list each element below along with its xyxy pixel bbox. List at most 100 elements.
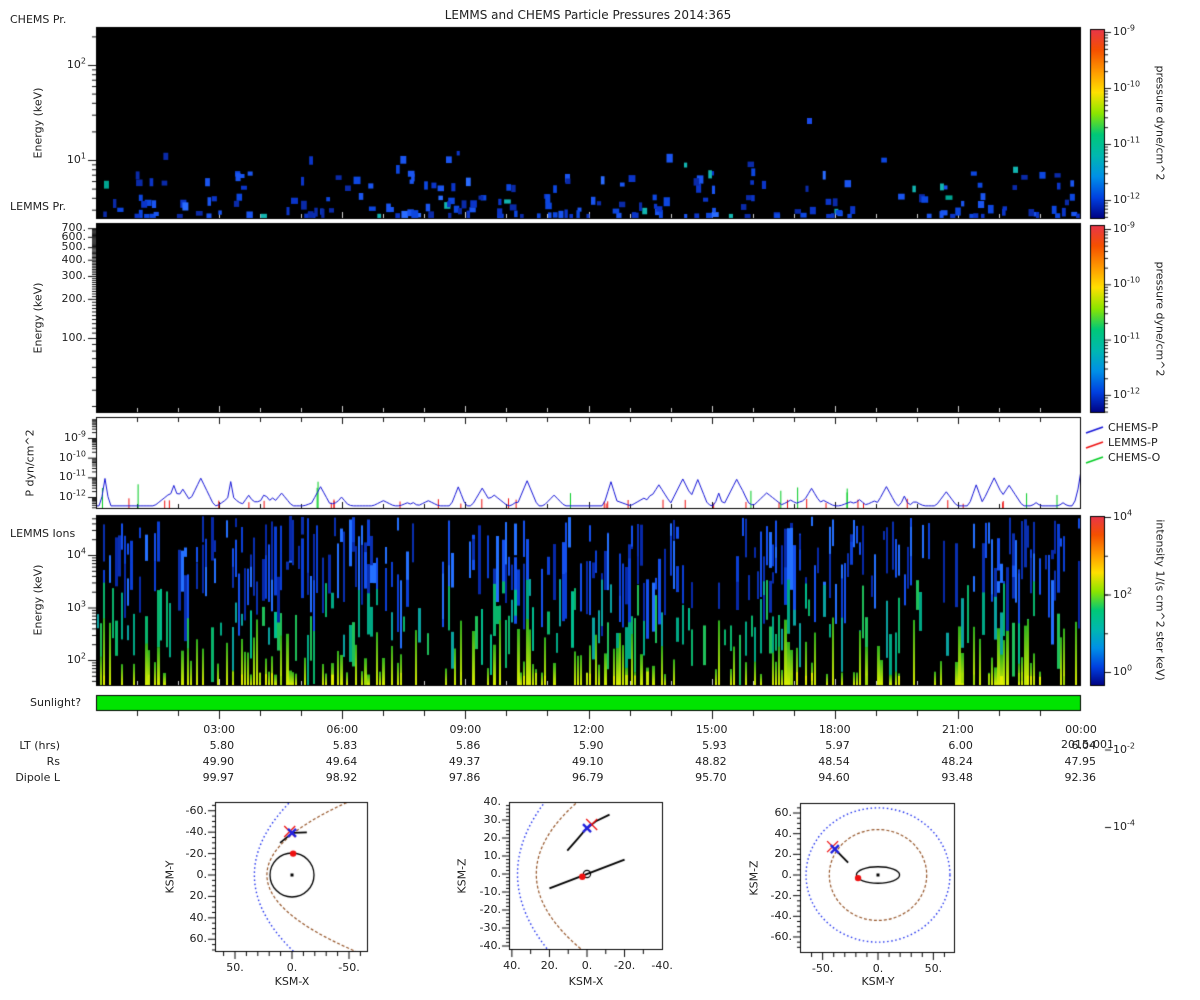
colorbar3-tick-label: 100 bbox=[1113, 663, 1133, 678]
orbit_yz-xtick-label: 50. bbox=[924, 962, 943, 975]
ephemeris-value-dipole-l: 97.86 bbox=[448, 771, 481, 784]
orbit_xy-ytick-label: 20. bbox=[189, 889, 208, 903]
ephemeris-value-rs: 48.24 bbox=[941, 755, 973, 768]
p4-ytick-label: 104 bbox=[66, 546, 86, 561]
orbit_yz-xtick-label: 0. bbox=[872, 962, 884, 975]
orbit_xy-ytick-label: -20. bbox=[185, 846, 207, 860]
p2-ytick-label: 200. bbox=[61, 291, 87, 305]
orbit_xz-ytick-label: 20. bbox=[483, 831, 502, 844]
p2-ytick-label: 500. bbox=[61, 240, 87, 254]
time-tick-label: 03:00 bbox=[203, 723, 235, 736]
orbit_xy-ytick-label: 40. bbox=[189, 910, 208, 924]
ephemeris-value-lt-hrs-: 5.97 bbox=[825, 739, 850, 752]
ephemeris-value-rs: 48.82 bbox=[695, 755, 727, 768]
colorbar-label-intensity: intensity 1/(s cm^2 ster keV) bbox=[1153, 519, 1167, 681]
orbit_xz-ytick-label: 10. bbox=[483, 849, 502, 862]
panel-label-chems-pr: CHEMS Pr. bbox=[10, 13, 67, 26]
orbit_yz-ytick-label: 40. bbox=[774, 826, 793, 840]
orbit_xz-ytick-label: -30. bbox=[479, 921, 501, 934]
ephemeris-value-lt-hrs-: 6.00 bbox=[948, 739, 973, 752]
orbit_xy-xtick-label: 0. bbox=[286, 961, 298, 974]
colorbar2-tick-label: 10-11 bbox=[1113, 330, 1141, 346]
orbit1-xlabel: KSM-X bbox=[274, 975, 310, 988]
y-axis-label-energy-1: Energy (keV) bbox=[31, 87, 45, 159]
orbit_xz-ytick-label: -10. bbox=[479, 885, 501, 898]
colorbar2-tick-label: 10-9 bbox=[1113, 220, 1135, 235]
orbit_xz-ytick-label: -20. bbox=[479, 903, 501, 916]
time-tick-label: 15:00 bbox=[695, 723, 728, 736]
ephemeris-value-dipole-l: 94.60 bbox=[818, 771, 850, 784]
row-label-dipole: Dipole L bbox=[15, 771, 60, 784]
orbit_xy-xtick-label: -50. bbox=[338, 961, 360, 974]
orbit_yz-ytick-label: -60. bbox=[770, 929, 792, 943]
orbit_yz-ytick-label: -40. bbox=[770, 909, 792, 923]
panel-label-lemms-ions: LEMMS Ions bbox=[10, 527, 76, 540]
orbit_xy-ytick-label: 0. bbox=[196, 868, 208, 881]
p1-ytick-label: 101 bbox=[66, 151, 86, 166]
orbit_xz-xtick-label: -40. bbox=[651, 959, 673, 972]
ephemeris-value-lt-hrs-: 5.93 bbox=[702, 739, 727, 752]
p2-ytick-label: 300. bbox=[61, 268, 87, 282]
ephemeris-value-rs: 49.37 bbox=[448, 755, 481, 768]
colorbar2-tick-label: 10-10 bbox=[1113, 275, 1141, 291]
page: LEMMS and CHEMS Particle Pressures 2014:… bbox=[0, 0, 1200, 1000]
time-tick-label: 09:00 bbox=[449, 723, 482, 736]
ephemeris-value-rs: 49.10 bbox=[572, 755, 604, 768]
ephemeris-value-rs: 47.95 bbox=[1064, 755, 1097, 768]
colorbar3-tick-label: 10-2 bbox=[1113, 740, 1135, 756]
orbit_yz-ytick-label: -20. bbox=[770, 888, 792, 902]
colorbar1-tick-label: 10-11 bbox=[1113, 135, 1141, 150]
orbit_xy-ytick-label: -40. bbox=[185, 825, 207, 839]
ephemeris-value-lt-hrs-: 5.90 bbox=[579, 739, 604, 752]
colorbar1-tick-label: 10-10 bbox=[1113, 79, 1141, 94]
colorbar3-tick-label: 10-4 bbox=[1113, 818, 1135, 833]
panel-label-sunlight: Sunlight? bbox=[30, 696, 82, 709]
time-tick-label: 21:00 bbox=[942, 723, 974, 736]
p1-ytick-label: 102 bbox=[66, 56, 86, 71]
p3-ytick-label: 10-9 bbox=[64, 429, 86, 444]
orbit_yz-ytick-label: 20. bbox=[774, 847, 793, 861]
time-tick-label: 06:00 bbox=[326, 723, 359, 736]
colorbar1-tick-label: 10-9 bbox=[1113, 23, 1135, 38]
colorbar-label-pressure-2: pressure dyne/cm^2 bbox=[1153, 261, 1167, 377]
orbit_yz-ytick-label: 0. bbox=[781, 868, 793, 881]
orbit_xy-ytick-label: -60. bbox=[185, 803, 207, 817]
page-title: LEMMS and CHEMS Particle Pressures 2014:… bbox=[444, 8, 732, 22]
colorbar3-tick-label: 102 bbox=[1113, 585, 1133, 601]
legend-item-lemms-p: LEMMS-P bbox=[1108, 436, 1158, 449]
row-label-lt: LT (hrs) bbox=[19, 739, 60, 752]
ephemeris-value-rs: 49.64 bbox=[325, 755, 358, 768]
ephemeris-value-rs: 48.54 bbox=[818, 755, 850, 768]
colorbar-label-pressure-1: pressure dyne/cm^2 bbox=[1153, 65, 1167, 181]
ephemeris-value-dipole-l: 92.36 bbox=[1064, 771, 1097, 784]
colorbar1-tick-label: 10-12 bbox=[1113, 191, 1141, 206]
legend-item-chems-p: CHEMS-P bbox=[1108, 421, 1158, 434]
orbit_xy-ytick-label: 60. bbox=[189, 932, 208, 946]
orbit_yz-ytick-label: 60. bbox=[774, 806, 793, 820]
p2-ytick-label: 100. bbox=[61, 331, 87, 344]
ephemeris-value-dipole-l: 95.70 bbox=[695, 771, 727, 784]
p2-ytick-label: 400. bbox=[61, 252, 87, 266]
colorbar2-tick-label: 10-12 bbox=[1113, 386, 1141, 401]
colorbar3-tick-label: 104 bbox=[1113, 508, 1133, 523]
orbit_xz-ytick-label: -40. bbox=[479, 939, 501, 952]
p3-ytick-label: 10-12 bbox=[58, 488, 86, 503]
ephemeris-value-dipole-l: 98.92 bbox=[325, 771, 358, 784]
orbit_xz-ytick-label: 30. bbox=[483, 813, 502, 826]
orbit3-xlabel: KSM-Y bbox=[861, 975, 895, 988]
p3-ytick-label: 10-10 bbox=[58, 449, 86, 464]
ephemeris-value-lt-hrs-: 5.86 bbox=[455, 739, 481, 752]
time-tick-label: 00:00 bbox=[1065, 723, 1097, 736]
ephemeris-value-dipole-l: 99.97 bbox=[202, 771, 235, 784]
p4-ytick-label: 103 bbox=[66, 598, 86, 614]
ephemeris-value-dipole-l: 93.48 bbox=[941, 771, 973, 784]
ephemeris-value-rs: 49.90 bbox=[202, 755, 235, 768]
orbit_xy-xtick-label: 50. bbox=[226, 961, 244, 974]
ephemeris-value-dipole-l: 96.79 bbox=[572, 771, 604, 784]
ephemeris-value-lt-hrs-: 5.80 bbox=[209, 739, 235, 752]
orbit_xz-ytick-label: 0. bbox=[490, 867, 502, 880]
orbit2-xlabel: KSM-X bbox=[568, 975, 604, 988]
ephemeris-value-lt-hrs-: 5.83 bbox=[332, 739, 358, 752]
orbit_xz-ytick-label: 40. bbox=[483, 795, 502, 808]
ephemeris-value-lt-hrs-: 6.04 bbox=[1071, 739, 1097, 752]
